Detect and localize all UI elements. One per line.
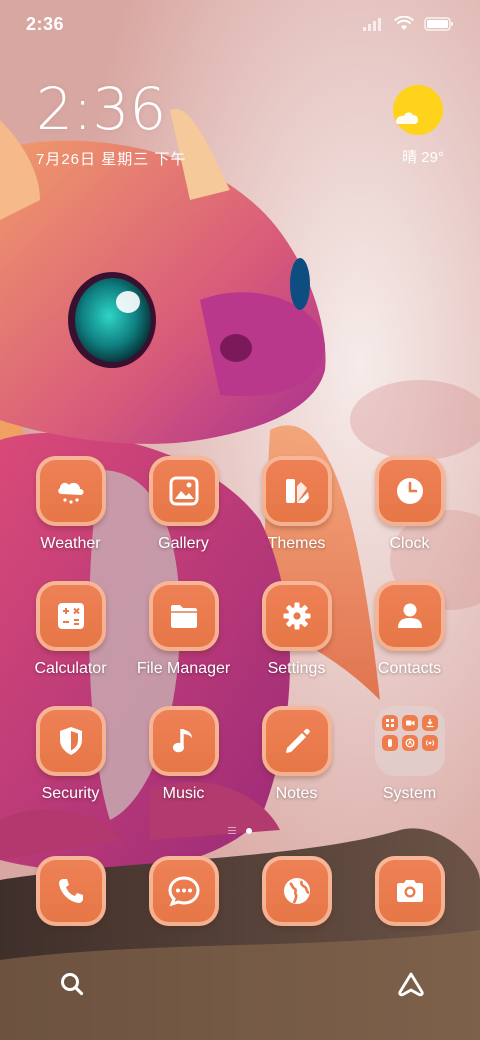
- app-label: Contacts: [377, 660, 442, 677]
- assistant-icon: [398, 972, 424, 997]
- pencil-icon: [261, 706, 332, 776]
- assistant-button[interactable]: [396, 970, 426, 998]
- browser-globe-icon: [261, 856, 332, 926]
- app-notes[interactable]: Notes: [240, 706, 353, 810]
- app-label: Gallery: [158, 535, 209, 552]
- gallery-icon: [148, 456, 219, 526]
- mini-app-icon: [381, 715, 398, 731]
- mini-app-icon: [421, 715, 438, 731]
- dock-app-camera[interactable]: [353, 856, 466, 928]
- themes-icon: [261, 456, 332, 526]
- status-icons: [362, 16, 454, 32]
- calculator-icon: [35, 581, 106, 651]
- app-drawer-indicator: [228, 827, 236, 834]
- gear-icon: [261, 581, 332, 651]
- weather-icon: [35, 456, 106, 526]
- search-icon: [61, 973, 84, 996]
- app-file-manager[interactable]: File Manager: [127, 581, 240, 685]
- app-weather[interactable]: Weather: [14, 456, 127, 560]
- app-label: File Manager: [136, 660, 231, 677]
- app-security[interactable]: Security: [14, 706, 127, 810]
- app-label: Calculator: [34, 660, 107, 677]
- wifi-icon: [394, 16, 414, 30]
- app-label: Clock: [389, 535, 430, 552]
- page-dot-current: [246, 827, 252, 834]
- bottom-bar: [0, 962, 480, 1004]
- dock: [14, 856, 466, 928]
- clock-widget-date[interactable]: 7月26日 星期三 下午: [36, 148, 186, 169]
- battery-icon: [424, 17, 453, 31]
- message-icon: [148, 856, 219, 926]
- mini-app-icon: [401, 715, 418, 731]
- app-label: Weather: [40, 535, 101, 552]
- folder-icon: [148, 581, 219, 651]
- app-label: System: [382, 785, 437, 802]
- person-icon: [374, 581, 445, 651]
- page-indicator[interactable]: [0, 827, 480, 834]
- app-label: Security: [41, 785, 100, 802]
- app-label: Themes: [267, 535, 326, 552]
- app-settings[interactable]: Settings: [240, 581, 353, 685]
- app-grid: Weather Gallery Themes Clock Calculator …: [14, 456, 466, 810]
- app-calculator[interactable]: Calculator: [14, 581, 127, 685]
- dock-app-phone[interactable]: [14, 856, 127, 928]
- clock-icon: [374, 456, 445, 526]
- mini-app-icon: [421, 735, 438, 751]
- signal-icon: [363, 18, 381, 31]
- app-music[interactable]: Music: [127, 706, 240, 810]
- app-folder-system[interactable]: System: [353, 706, 466, 810]
- weather-widget[interactable]: [392, 84, 444, 136]
- sun-cloud-icon: [393, 85, 443, 135]
- app-themes[interactable]: Themes: [240, 456, 353, 560]
- status-time: 2:36: [26, 13, 65, 34]
- clock-widget-time[interactable]: 2:36: [36, 80, 166, 138]
- app-contacts[interactable]: Contacts: [353, 581, 466, 685]
- app-label: Music: [162, 785, 205, 802]
- music-note-icon: [148, 706, 219, 776]
- search-button[interactable]: [58, 970, 86, 998]
- shield-icon: [35, 706, 106, 776]
- status-bar: 2:36: [0, 0, 480, 48]
- mini-app-icon: [401, 735, 418, 751]
- app-label: Notes: [275, 785, 318, 802]
- weather-temperature[interactable]: 晴 29°: [402, 146, 444, 167]
- mini-app-icon: [381, 735, 398, 751]
- app-clock[interactable]: Clock: [353, 456, 466, 560]
- dock-app-browser[interactable]: [240, 856, 353, 928]
- phone-icon: [35, 856, 106, 926]
- app-gallery[interactable]: Gallery: [127, 456, 240, 560]
- dock-app-messages[interactable]: [127, 856, 240, 928]
- folder-grid-icon: [374, 706, 445, 776]
- camera-icon: [374, 856, 445, 926]
- app-label: Settings: [267, 660, 326, 677]
